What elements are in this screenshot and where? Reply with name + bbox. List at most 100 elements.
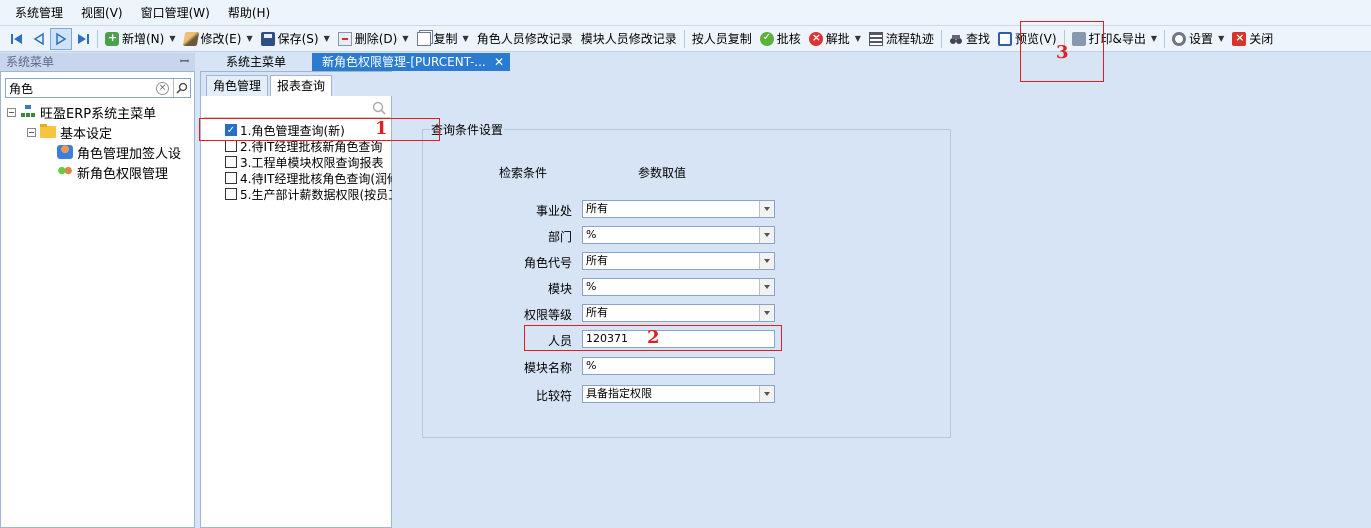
- checkbox[interactable]: [225, 188, 237, 200]
- module-name-input[interactable]: %: [582, 357, 775, 375]
- tree-item-role-signer[interactable]: 角色管理加签人设: [7, 142, 195, 162]
- menu-system[interactable]: 系统管理: [6, 0, 72, 26]
- search-icon[interactable]: [372, 101, 386, 115]
- role-code-select[interactable]: 所有: [582, 252, 775, 270]
- search-button[interactable]: [173, 79, 189, 97]
- menu-window[interactable]: 窗口管理(W): [132, 0, 219, 26]
- select-value: 所有: [586, 306, 608, 319]
- tree-item-label: 角色管理加签人设: [77, 146, 182, 162]
- copy-label: 复制: [433, 32, 458, 46]
- menu-help[interactable]: 帮助(H): [219, 0, 279, 26]
- sidebar-header: 系统菜单 ꟷ: [0, 53, 195, 71]
- last-icon: [78, 33, 89, 44]
- pin-icon[interactable]: ꟷ: [180, 53, 189, 71]
- last-record-button[interactable]: [72, 28, 94, 50]
- field-label: 比较符: [535, 389, 572, 403]
- report-item[interactable]: 4.待IT经理批核角色查询(润修: [225, 170, 393, 186]
- report-item[interactable]: 5.生产部计薪数据权限(按员工: [225, 186, 393, 202]
- subtabs: 角色管理 报表查询: [201, 72, 393, 96]
- select-value: 所有: [586, 202, 608, 215]
- new-button[interactable]: 新增(N) ▼: [101, 28, 180, 50]
- org-chart-icon: [20, 105, 36, 119]
- query-content: 查询条件设置 检索条件 参数取值 事业处 所有 部门 % 角色代号 所有 模块 …: [392, 71, 1371, 528]
- tree-item-label: 新角色权限管理: [77, 166, 169, 182]
- flow-trace-button[interactable]: 流程轨迹: [865, 28, 938, 50]
- collapse-icon[interactable]: −: [7, 107, 16, 117]
- dropdown-arrow-icon[interactable]: ▼: [463, 34, 469, 43]
- dropdown-arrow-icon[interactable]: ▼: [169, 34, 175, 43]
- dropdown-arrow-icon[interactable]: ▼: [1218, 34, 1224, 43]
- chevron-down-icon[interactable]: [759, 279, 774, 295]
- prev-icon: [33, 32, 44, 45]
- dropdown-arrow-icon[interactable]: ▼: [246, 34, 252, 43]
- report-search[interactable]: [204, 98, 390, 118]
- binoculars-icon: [949, 34, 962, 44]
- dropdown-arrow-icon[interactable]: ▼: [1151, 34, 1157, 43]
- find-button[interactable]: 查找: [945, 28, 994, 50]
- menu-search-input[interactable]: [6, 81, 156, 95]
- menu-tree: − 旺盈ERP系统主菜单 − 基本设定 角色管理加签人设 新角色权限管理: [7, 102, 195, 182]
- field-label: 事业处: [535, 204, 572, 218]
- save-icon: [260, 31, 275, 46]
- delete-button[interactable]: 删除(D) ▼: [334, 28, 413, 50]
- report-item-label: 4.待IT经理批核角色查询(润修: [240, 171, 393, 186]
- module-log-button[interactable]: 模块人员修改记录: [577, 28, 681, 50]
- gear-icon: [1172, 31, 1187, 46]
- search-icon: [175, 82, 187, 94]
- tree-folder-basic[interactable]: − 基本设定: [7, 122, 195, 142]
- tree-root[interactable]: − 旺盈ERP系统主菜单: [7, 102, 195, 122]
- toolbar-separator: [1164, 29, 1166, 48]
- add-icon: [105, 31, 119, 46]
- permission-level-select[interactable]: 所有: [582, 304, 775, 322]
- chevron-down-icon[interactable]: [759, 305, 774, 321]
- select-value: %: [586, 280, 597, 293]
- module-select[interactable]: %: [582, 278, 775, 296]
- dropdown-arrow-icon[interactable]: ▼: [855, 34, 861, 43]
- report-item[interactable]: 3.工程单模块权限查询报表: [225, 154, 393, 170]
- menu-view[interactable]: 视图(V): [72, 0, 132, 26]
- tree-item-role-permission[interactable]: 新角色权限管理: [7, 162, 195, 182]
- tab-main-menu[interactable]: 系统主菜单: [200, 53, 312, 71]
- dropdown-arrow-icon[interactable]: ▼: [402, 34, 408, 43]
- tab-role-permission[interactable]: 新角色权限管理-[PURCENT-... ✕: [312, 53, 510, 71]
- role-log-button[interactable]: 角色人员修改记录: [473, 28, 577, 50]
- subtab-role-management[interactable]: 角色管理: [206, 75, 269, 96]
- checkbox[interactable]: [225, 172, 237, 184]
- clear-icon[interactable]: ×: [156, 81, 169, 95]
- annotation-number-1: 1: [375, 118, 388, 139]
- close-button[interactable]: 关闭: [1228, 28, 1277, 50]
- annotation-number-2: 2: [647, 327, 660, 348]
- unapprove-button[interactable]: 解批 ▼: [805, 28, 865, 50]
- chevron-down-icon[interactable]: [759, 201, 774, 217]
- first-record-button[interactable]: [6, 28, 28, 50]
- next-record-button[interactable]: [50, 27, 72, 50]
- annotation-number-3: 3: [1056, 42, 1069, 63]
- checkbox[interactable]: [225, 140, 237, 152]
- close-tab-icon[interactable]: ✕: [494, 53, 504, 71]
- edit-button[interactable]: 修改(E) ▼: [180, 28, 257, 50]
- toolbar-separator: [683, 29, 685, 48]
- checkbox[interactable]: [225, 156, 237, 168]
- tree-folder-label: 基本设定: [60, 126, 113, 142]
- chevron-down-icon[interactable]: [759, 227, 774, 243]
- tree-root-label: 旺盈ERP系统主菜单: [40, 106, 157, 122]
- copy-by-person-button[interactable]: 按人员复制: [688, 28, 756, 50]
- sidebar: × − 旺盈ERP系统主菜单 − 基本设定 角色管理加签人设 新角色权限管理: [0, 71, 195, 528]
- settings-label: 设置: [1189, 32, 1214, 46]
- approve-button[interactable]: 批核: [756, 28, 805, 50]
- chevron-down-icon[interactable]: [759, 253, 774, 269]
- next-icon: [56, 32, 67, 45]
- collapse-icon[interactable]: −: [27, 127, 36, 137]
- dropdown-arrow-icon[interactable]: ▼: [324, 34, 330, 43]
- subtab-report-query[interactable]: 报表查询: [270, 75, 333, 96]
- comparator-select[interactable]: 具备指定权限: [582, 385, 775, 403]
- department-select[interactable]: %: [582, 226, 775, 244]
- chevron-down-icon[interactable]: [759, 386, 774, 402]
- prev-record-button[interactable]: [28, 28, 50, 50]
- save-button[interactable]: 保存(S) ▼: [257, 28, 334, 50]
- select-value: 具备指定权限: [586, 387, 652, 400]
- annotation-box-1: [199, 118, 440, 141]
- copy-button[interactable]: 复制 ▼: [413, 28, 473, 50]
- business-unit-select[interactable]: 所有: [582, 200, 775, 218]
- settings-button[interactable]: 设置 ▼: [1168, 28, 1228, 50]
